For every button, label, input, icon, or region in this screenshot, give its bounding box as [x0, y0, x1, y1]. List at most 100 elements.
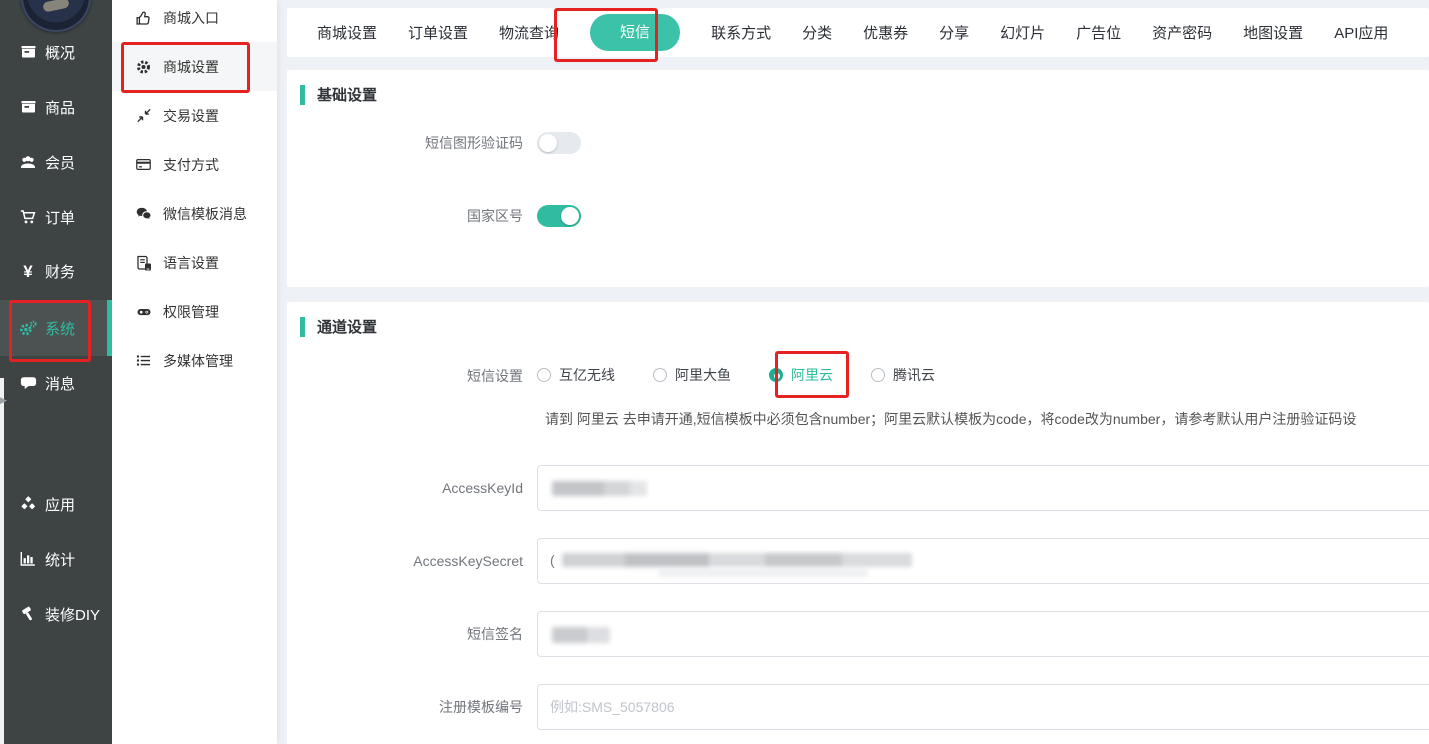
tab-asset-password[interactable]: 资产密码	[1152, 22, 1212, 43]
tab-ad-slots[interactable]: 广告位	[1076, 22, 1121, 43]
sidebar-item-label: 会员	[45, 152, 75, 173]
accesskeyid-input[interactable]	[537, 465, 1429, 511]
sidebar-item-label: 概况	[45, 42, 75, 63]
form-row-sms-signature: 短信签名	[287, 611, 1429, 657]
sidebar-item-decorate-diy[interactable]: 装修DIY	[0, 599, 112, 629]
tab-logistics-query[interactable]: 物流查询	[499, 22, 559, 43]
sidebar-item-label: 订单	[45, 207, 75, 228]
app-window: 概况 商品 会员 订单 ¥ 财务	[0, 0, 1429, 744]
language-book-icon	[134, 254, 153, 271]
tab-bar: 商城设置 订单设置 物流查询 短信 联系方式 分类 优惠券 分享 幻灯片 广告位…	[287, 8, 1429, 57]
radio-circle	[871, 368, 885, 382]
submenu-item-payment-methods[interactable]: 支付方式	[112, 140, 277, 189]
submenu-item-multimedia-management[interactable]: 多媒体管理	[112, 336, 277, 385]
members-icon	[18, 154, 38, 171]
toggle-knob	[539, 134, 557, 152]
masked-value	[552, 627, 610, 643]
sidebar-item-products[interactable]: 商品	[0, 92, 112, 122]
register-template-input[interactable]	[550, 685, 1429, 729]
sidebar-item-label: 财务	[45, 261, 75, 282]
sidebar-item-finance[interactable]: ¥ 财务	[0, 256, 112, 286]
section-title: 基础设置	[317, 84, 377, 105]
sidebar-item-messages[interactable]: 消息	[0, 368, 112, 398]
form-row-register-template: 注册模板编号	[287, 684, 1429, 730]
accesskeysecret-input[interactable]: (	[537, 538, 1429, 584]
masked-value	[562, 553, 912, 567]
form-row-accesskeyid: AccessKeyId	[287, 465, 1429, 511]
submenu-item-label: 支付方式	[163, 155, 219, 175]
toggle-knob	[561, 207, 579, 225]
sidebar-item-system[interactable]: 系统	[0, 313, 112, 343]
diagonal-arrows-icon	[134, 107, 153, 124]
primary-sidebar: 概况 商品 会员 订单 ¥ 财务	[0, 0, 112, 744]
radio-option-alidayu[interactable]: 阿里大鱼	[653, 365, 731, 385]
field-label: 短信签名	[287, 611, 523, 657]
tab-api-apps[interactable]: API应用	[1334, 22, 1388, 43]
field-label: 短信图形验证码	[287, 132, 523, 154]
tab-order-settings[interactable]: 订单设置	[408, 22, 468, 43]
tab-mall-settings[interactable]: 商城设置	[317, 22, 377, 43]
collapse-arrow-icon[interactable]: ▶	[0, 396, 7, 405]
permissions-icon	[134, 303, 153, 320]
submenu-item-label: 交易设置	[163, 106, 219, 126]
form-row-accesskeysecret: AccessKeySecret (	[287, 538, 1429, 584]
submenu-item-wechat-template-messages[interactable]: 微信模板消息	[112, 189, 277, 238]
masked-value	[658, 569, 868, 577]
sms-provider-radio-group: 互亿无线 阿里大鱼 阿里云 腾讯云	[537, 365, 935, 385]
gear-icon	[134, 58, 153, 75]
submenu-item-mall-settings[interactable]: 商城设置	[112, 42, 277, 91]
sidebar-item-members[interactable]: 会员	[0, 147, 112, 177]
apps-cubes-icon	[18, 496, 38, 513]
submenu-item-label: 微信模板消息	[163, 204, 247, 224]
tab-share[interactable]: 分享	[939, 22, 969, 43]
field-label: AccessKeyId	[287, 465, 523, 511]
tab-map-settings[interactable]: 地图设置	[1243, 22, 1303, 43]
submenu-item-label: 商城设置	[163, 57, 219, 77]
secondary-sidebar: 商城入口 商城设置 交易设置 支付方式 微信模板消息	[112, 0, 277, 744]
thumbs-up-icon	[134, 9, 153, 26]
form-row-sms-captcha: 短信图形验证码	[287, 132, 1429, 154]
submenu-item-label: 权限管理	[163, 302, 219, 322]
submenu-item-language-settings[interactable]: 语言设置	[112, 238, 277, 287]
list-icon	[134, 352, 153, 369]
radio-option-aliyun-selected[interactable]: 阿里云	[769, 365, 833, 385]
submenu-item-label: 商城入口	[163, 8, 219, 28]
field-label: 注册模板编号	[287, 684, 523, 730]
country-code-toggle[interactable]	[537, 205, 581, 227]
sidebar-item-apps[interactable]: 应用	[0, 489, 112, 519]
radio-circle	[653, 368, 667, 382]
message-bubble-icon	[18, 375, 38, 392]
sidebar-item-orders[interactable]: 订单	[0, 202, 112, 232]
tab-slides[interactable]: 幻灯片	[1000, 22, 1045, 43]
radio-option-huyi[interactable]: 互亿无线	[537, 365, 615, 385]
channel-settings-card: 通道设置 短信设置 互亿无线 阿里大鱼 阿里云	[287, 302, 1429, 744]
sms-captcha-toggle[interactable]	[537, 132, 581, 154]
section-header-channel: 通道设置	[300, 316, 377, 337]
submenu-item-mall-entrance[interactable]: 商城入口	[112, 0, 277, 42]
store-logo[interactable]	[21, 0, 91, 32]
submenu-item-permission-management[interactable]: 权限管理	[112, 287, 277, 336]
sidebar-item-label: 消息	[45, 373, 75, 394]
tab-coupons[interactable]: 优惠券	[863, 22, 908, 43]
field-label: 短信设置	[287, 365, 523, 387]
tab-sms-active[interactable]: 短信	[590, 14, 680, 51]
masked-value-prefix: (	[550, 552, 555, 568]
sidebar-item-label: 应用	[45, 494, 75, 515]
field-label: 国家区号	[287, 205, 523, 227]
sidebar-item-overview[interactable]: 概况	[0, 37, 112, 67]
sms-signature-input[interactable]	[537, 611, 1429, 657]
tab-category[interactable]: 分类	[802, 22, 832, 43]
submenu-item-trade-settings[interactable]: 交易设置	[112, 91, 277, 140]
overview-box-icon	[18, 44, 38, 61]
credit-card-icon	[134, 156, 153, 173]
tab-contact-info[interactable]: 联系方式	[711, 22, 771, 43]
section-accent-bar	[300, 85, 305, 105]
radio-option-tencent-cloud[interactable]: 腾讯云	[871, 365, 935, 385]
hammer-icon	[18, 606, 38, 623]
sidebar-item-label: 系统	[45, 318, 75, 339]
section-header-basic: 基础设置	[300, 84, 377, 105]
form-row-sms-provider: 短信设置 互亿无线 阿里大鱼 阿里云	[287, 365, 1429, 387]
sidebar-item-statistics[interactable]: 统计	[0, 544, 112, 574]
section-title: 通道设置	[317, 316, 377, 337]
cart-icon	[18, 209, 38, 226]
